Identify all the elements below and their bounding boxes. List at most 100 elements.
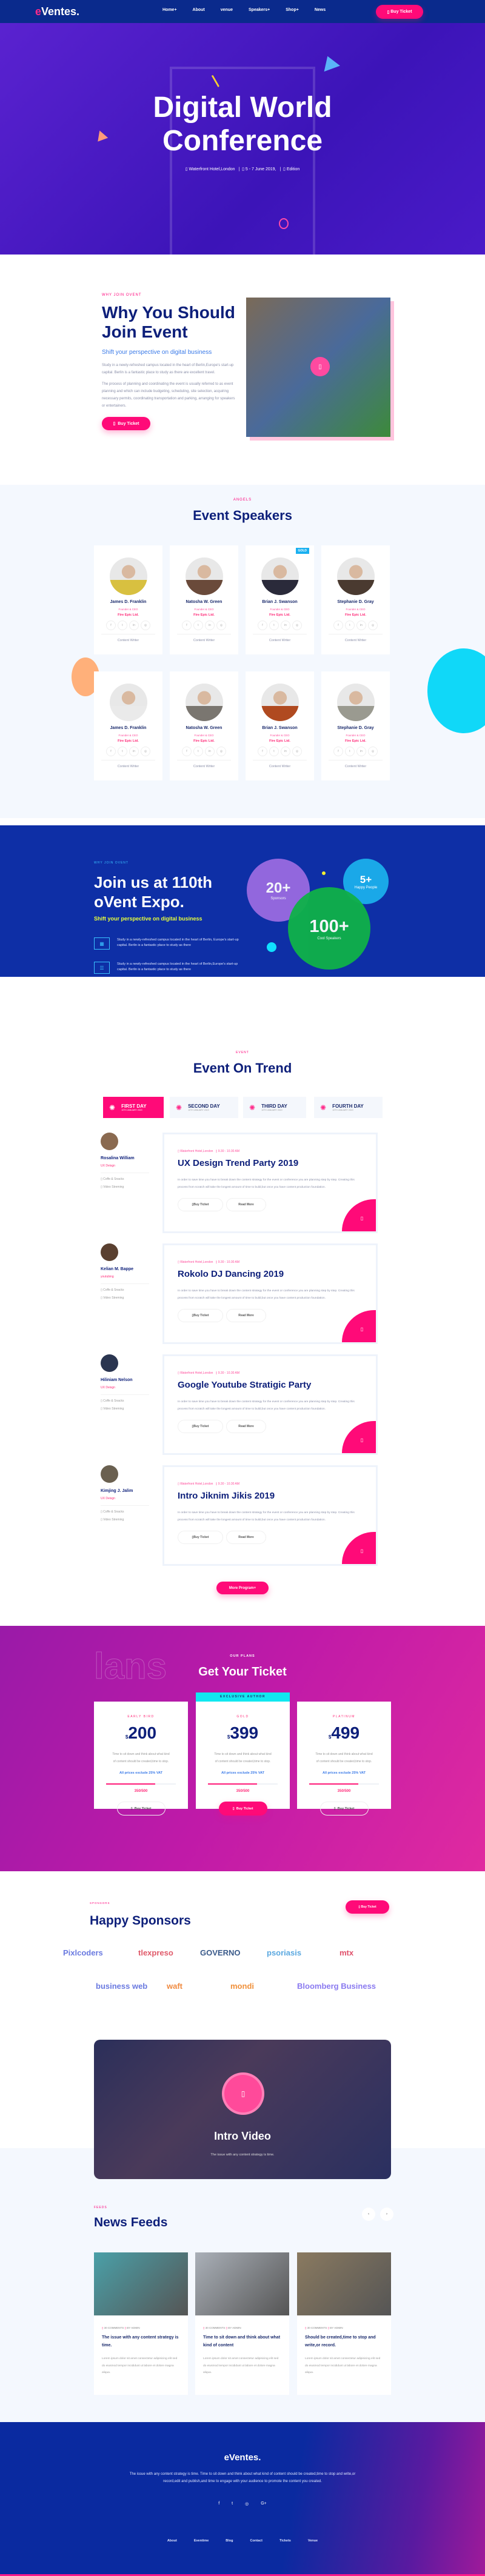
sold-progress-bar: [208, 1783, 278, 1785]
sponsor-logo[interactable]: business web: [96, 1982, 147, 1991]
buy-ticket-button[interactable]: ▯ Buy Ticket: [178, 1198, 223, 1211]
facebook-icon[interactable]: f: [333, 747, 343, 756]
why-buy-ticket-button[interactable]: ▯ Buy Ticket: [102, 417, 150, 430]
twitter-icon[interactable]: t: [345, 747, 355, 756]
read-more-button[interactable]: Read More: [226, 1198, 266, 1211]
facebook-icon[interactable]: f: [106, 621, 116, 630]
read-more-button[interactable]: Read More: [226, 1531, 266, 1544]
twitter-icon[interactable]: t: [118, 621, 127, 630]
instagram-icon[interactable]: ◎: [292, 747, 302, 756]
instagram-icon[interactable]: ◎: [292, 621, 302, 630]
read-more-button[interactable]: Read More: [226, 1309, 266, 1322]
footer-logo[interactable]: eVentes.: [0, 2452, 485, 2463]
footer-link[interactable]: About: [167, 2539, 177, 2543]
facebook-icon[interactable]: f: [333, 621, 343, 630]
facebook-icon[interactable]: f: [106, 747, 116, 756]
linkedin-icon[interactable]: in: [129, 747, 139, 756]
linkedin-icon[interactable]: in: [356, 747, 366, 756]
pricing-card: PLATINUM $499 Time to sit down and think a…: [297, 1702, 391, 1816]
twitter-icon[interactable]: t: [193, 621, 203, 630]
nav-link[interactable]: About: [193, 8, 205, 12]
nav-link[interactable]: Shop+: [286, 8, 299, 12]
sponsor-logo[interactable]: Bloomberg Business: [297, 1982, 376, 1991]
nav-link[interactable]: venue: [221, 8, 233, 12]
plan-buy-ticket-button[interactable]: ▯ Buy Ticket: [116, 1802, 166, 1816]
news-title[interactable]: Time to sit down and think about what ki…: [203, 2334, 281, 2349]
google-plus-icon[interactable]: G+: [261, 2501, 267, 2506]
instagram-icon[interactable]: ◎: [141, 621, 150, 630]
tab-third-day[interactable]: ✺ THIRD DAY 10TH JANUARY 2019: [243, 1097, 306, 1118]
linkedin-icon[interactable]: in: [205, 621, 215, 630]
instagram-icon[interactable]: ◎: [216, 747, 226, 756]
facebook-icon[interactable]: f: [182, 747, 192, 756]
tab-date: 10TH JANUARY 2019: [261, 1109, 283, 1111]
plan-buy-ticket-button[interactable]: ▯ Buy Ticket: [319, 1802, 369, 1816]
footer-link[interactable]: Tickets: [279, 2539, 291, 2543]
footer-social-links: f t ◎ G+: [0, 2501, 485, 2506]
twitter-icon[interactable]: t: [345, 621, 355, 630]
tab-fourth-day[interactable]: ✺ FOURTH DAY 10TH JANUARY 2019: [314, 1097, 383, 1118]
read-more-button[interactable]: Read More: [226, 1420, 266, 1433]
twitter-icon[interactable]: t: [269, 621, 279, 630]
twitter-icon[interactable]: t: [118, 747, 127, 756]
nav-link[interactable]: News: [315, 8, 326, 12]
sponsor-logo[interactable]: mondi: [230, 1982, 254, 1991]
logo[interactable]: eVentes.: [35, 5, 79, 18]
more-program-button[interactable]: More Program+: [216, 1582, 269, 1594]
footer-link[interactable]: Blog: [226, 2539, 233, 2543]
tab-date: 10TH JANUARY 2019: [121, 1109, 142, 1111]
footer-link[interactable]: Contact: [250, 2539, 263, 2543]
tab-second-day[interactable]: ✺ SECOND DAY 10TH JANUARY 2019: [170, 1097, 238, 1118]
facebook-icon[interactable]: f: [258, 621, 267, 630]
facebook-icon[interactable]: f: [182, 621, 192, 630]
instagram-icon[interactable]: ◎: [245, 2501, 249, 2506]
linkedin-icon[interactable]: in: [356, 621, 366, 630]
news-title[interactable]: Should be created,time to stop and write…: [305, 2334, 383, 2349]
vat-note: All prices exclude 25% VAT: [119, 1771, 163, 1775]
instagram-icon[interactable]: ◎: [141, 747, 150, 756]
buy-ticket-button[interactable]: ▯ Buy Ticket: [178, 1531, 223, 1544]
sponsor-logo[interactable]: tlexpreso: [138, 1948, 173, 1957]
event-description: In order to save time you have to break …: [178, 1400, 355, 1411]
speaker-social: f t in ◎: [253, 747, 307, 760]
twitter-icon[interactable]: t: [232, 2501, 233, 2506]
linkedin-icon[interactable]: in: [281, 747, 290, 756]
sponsor-logo[interactable]: mtx: [340, 1948, 353, 1957]
twitter-icon[interactable]: t: [193, 747, 203, 756]
why-paragraph-2: The process of planning and coordinating…: [102, 382, 235, 408]
sponsor-logo[interactable]: GOVERNO: [200, 1948, 240, 1957]
facebook-icon[interactable]: f: [258, 747, 267, 756]
video-play-button[interactable]: ▯: [222, 2072, 264, 2115]
footer-link[interactable]: Venue: [308, 2539, 318, 2543]
instagram-icon[interactable]: ◎: [368, 747, 378, 756]
news-title[interactable]: The issue with any content strategy is t…: [102, 2334, 180, 2349]
speaker-photo: [185, 557, 223, 595]
event-card: ▯ Waterfront Hotel,London ▯ 9.30 - 10.30…: [162, 1465, 378, 1566]
nav-link[interactable]: Home+: [162, 8, 177, 12]
sponsor-logo[interactable]: psoriasis: [267, 1948, 301, 1957]
instagram-icon[interactable]: ◎: [216, 621, 226, 630]
prev-arrow-button[interactable]: ‹: [362, 2208, 375, 2221]
sponsor-logo[interactable]: waft: [167, 1982, 182, 1991]
play-icon: ▯: [241, 2089, 246, 2098]
twitter-icon[interactable]: t: [269, 747, 279, 756]
buy-ticket-button[interactable]: ▯ Buy Ticket: [178, 1420, 223, 1433]
event-actions: ▯ Buy Ticket Read More: [178, 1531, 376, 1544]
nav-link[interactable]: Speakers+: [249, 8, 270, 12]
sponsors-buy-ticket-button[interactable]: ▯ Buy Ticket: [346, 1900, 389, 1914]
linkedin-icon[interactable]: in: [129, 621, 139, 630]
footer-link[interactable]: Eventime: [194, 2539, 209, 2543]
tab-first-day[interactable]: ✺ FIRST DAY 10TH JANUARY 2019: [103, 1097, 164, 1118]
speaker-card: Stephanie D. Gray Founder & CEO Fire Epic …: [321, 671, 390, 780]
tab-text: SECOND DAY 10TH JANUARY 2019: [188, 1103, 220, 1111]
play-button[interactable]: ▯: [310, 357, 330, 376]
next-arrow-button[interactable]: ›: [380, 2208, 393, 2221]
facebook-icon[interactable]: f: [218, 2501, 219, 2506]
linkedin-icon[interactable]: in: [205, 747, 215, 756]
plan-buy-ticket-button[interactable]: ▯ Buy Ticket: [218, 1802, 267, 1816]
instagram-icon[interactable]: ◎: [368, 621, 378, 630]
linkedin-icon[interactable]: in: [281, 621, 290, 630]
buy-ticket-button[interactable]: ▯ Buy Ticket: [178, 1309, 223, 1322]
sponsor-logo[interactable]: Pixlcoders: [63, 1948, 103, 1957]
nav-buy-ticket-button[interactable]: ▯ Buy Ticket: [376, 5, 423, 19]
